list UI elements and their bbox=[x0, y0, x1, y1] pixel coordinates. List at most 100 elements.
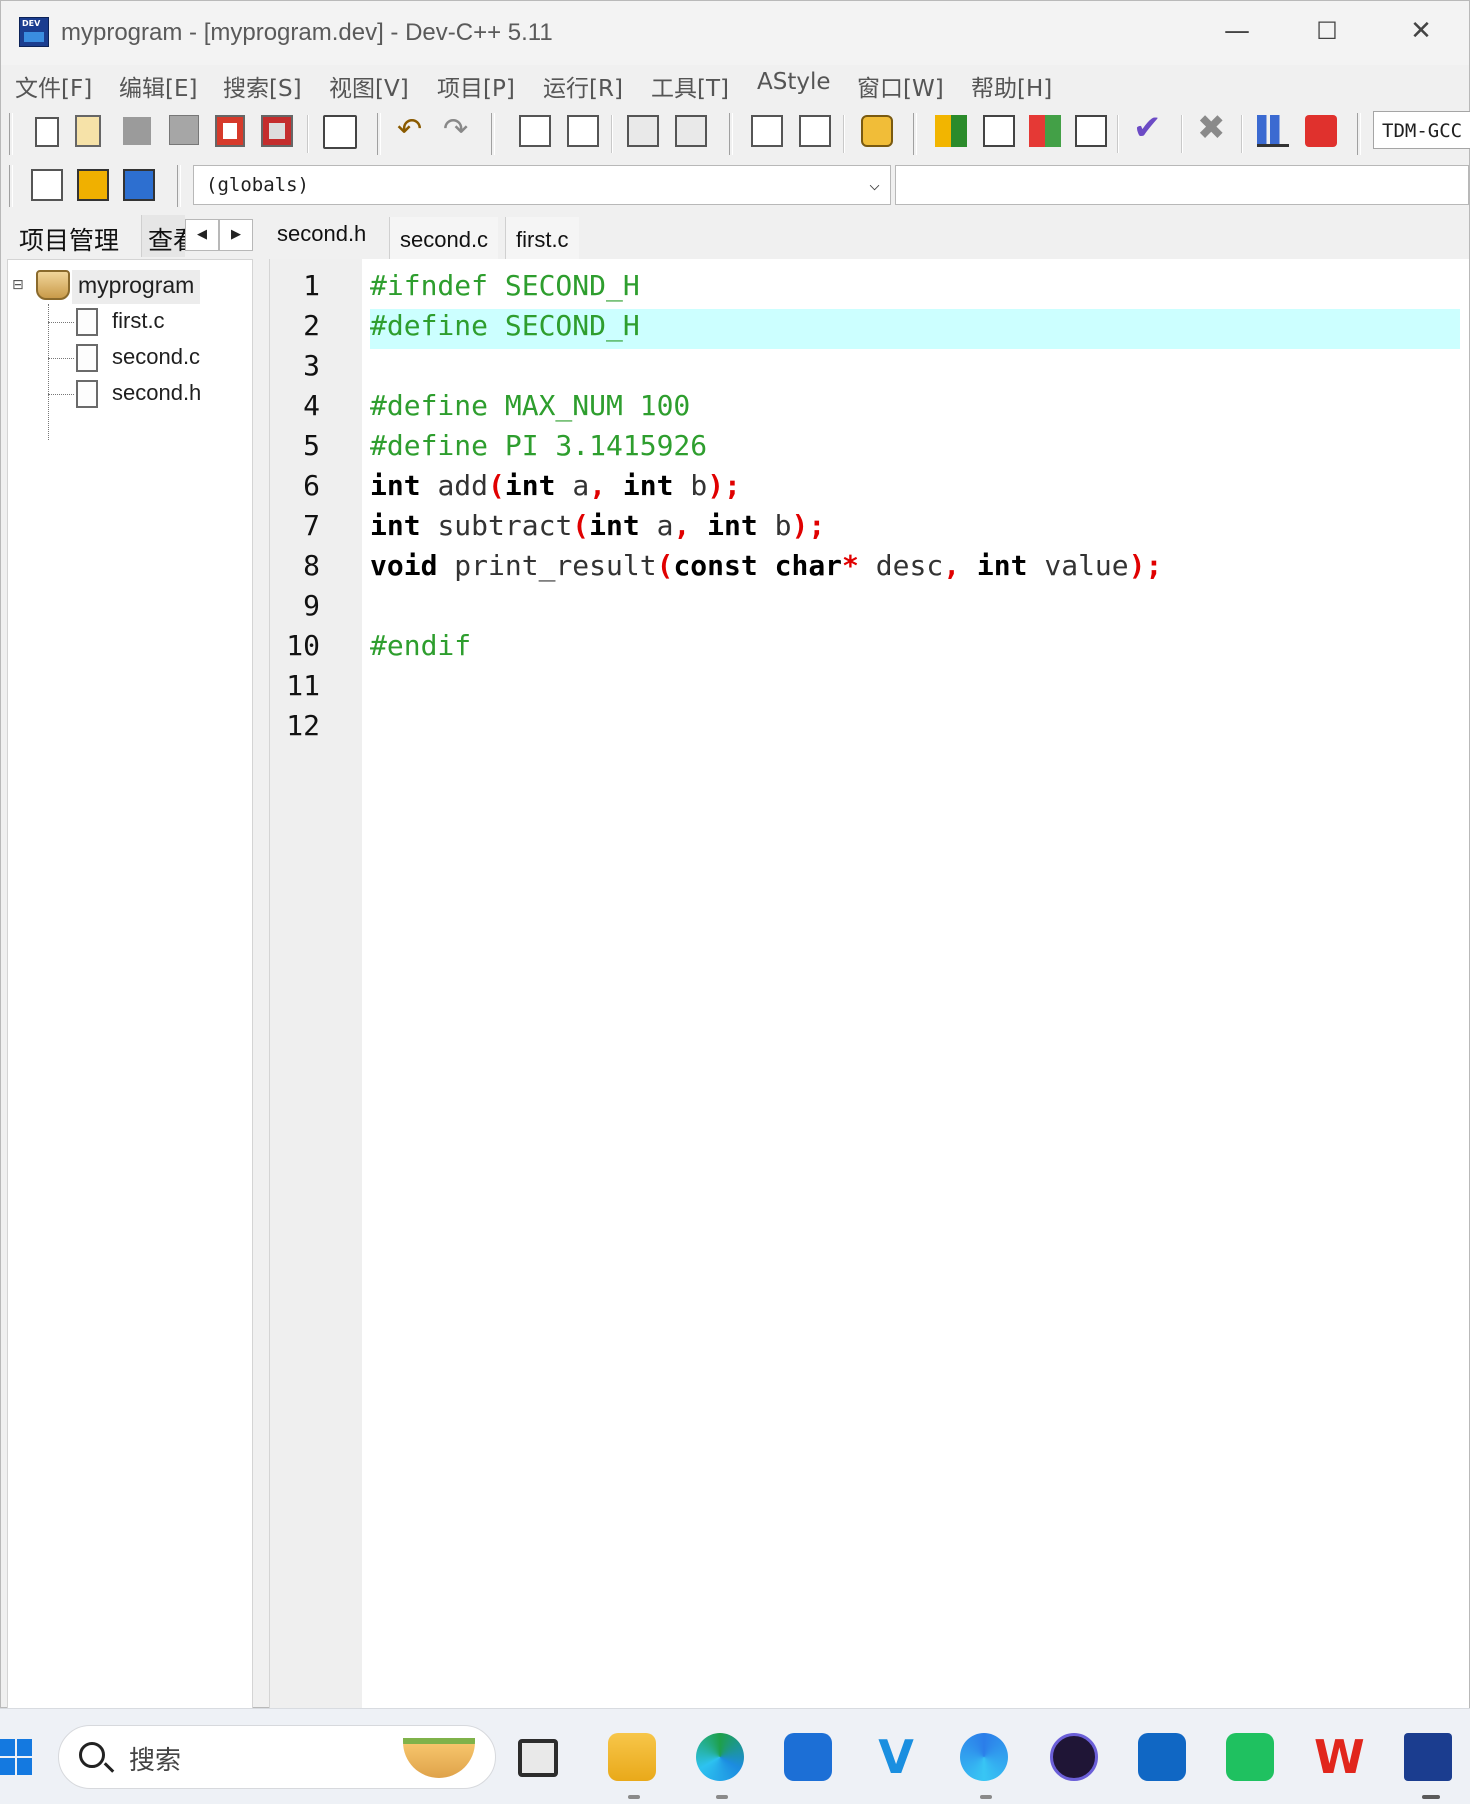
edge-icon[interactable] bbox=[696, 1733, 744, 1781]
tab-second-h[interactable]: second.h bbox=[267, 211, 377, 257]
profile-icon[interactable] bbox=[1257, 115, 1289, 147]
new-file-icon[interactable] bbox=[35, 117, 59, 147]
insert-icon[interactable] bbox=[31, 169, 63, 201]
menu-file[interactable]: 文件[F] bbox=[15, 69, 92, 103]
line-number: 4 bbox=[303, 389, 320, 422]
vscode-like-app-icon[interactable]: V bbox=[872, 1733, 920, 1781]
code-line[interactable]: #define PI 3.1415926 bbox=[370, 429, 1460, 469]
open-project-icon[interactable] bbox=[75, 115, 101, 147]
compiler-select[interactable]: TDM-GCC bbox=[1373, 111, 1470, 149]
code-line[interactable]: #endif bbox=[370, 629, 1460, 669]
line-number: 8 bbox=[303, 549, 320, 582]
code-line[interactable] bbox=[370, 349, 1460, 389]
save-icon[interactable] bbox=[123, 117, 151, 145]
code-line[interactable]: int add(int a, int b); bbox=[370, 469, 1460, 509]
tree-file-first-c[interactable]: first.c bbox=[112, 308, 165, 334]
chevron-down-icon: ⌵ bbox=[869, 174, 880, 195]
print-icon[interactable] bbox=[323, 115, 357, 149]
edge-ai-icon[interactable] bbox=[960, 1733, 1008, 1781]
search-highlight-bowl-icon[interactable] bbox=[403, 1738, 475, 1778]
menu-window[interactable]: 窗口[W] bbox=[857, 69, 944, 103]
replace-icon[interactable] bbox=[567, 115, 599, 147]
code-line[interactable]: #define MAX_NUM 100 bbox=[370, 389, 1460, 429]
close-all-icon[interactable] bbox=[261, 115, 293, 147]
task-view-icon[interactable] bbox=[518, 1739, 558, 1777]
microsoft-store-icon[interactable] bbox=[784, 1733, 832, 1781]
line-number: 7 bbox=[303, 509, 320, 542]
file-icon bbox=[76, 308, 98, 336]
menu-run[interactable]: 运行[R] bbox=[543, 69, 623, 103]
window-title: myprogram - [myprogram.dev] - Dev-C++ 5.… bbox=[61, 19, 553, 46]
menu-view[interactable]: 视图[V] bbox=[329, 69, 409, 103]
line-number: 3 bbox=[303, 349, 320, 382]
save-all-icon[interactable] bbox=[169, 115, 199, 145]
code-line[interactable] bbox=[370, 669, 1460, 709]
wechat-icon[interactable] bbox=[1226, 1733, 1274, 1781]
windows-taskbar: 搜索 V W bbox=[0, 1708, 1470, 1804]
goto-bookmark-icon[interactable] bbox=[123, 169, 155, 201]
menu-astyle[interactable]: AStyle bbox=[757, 69, 831, 95]
rebuild-all-icon[interactable] bbox=[1075, 115, 1107, 147]
close-button[interactable]: ✕ bbox=[1391, 11, 1451, 51]
line-number-gutter: 1 2 3 4 5 6 7 8 9 10 11 12 bbox=[270, 259, 362, 1709]
taskbar-search[interactable]: 搜索 bbox=[58, 1725, 496, 1789]
minimize-button[interactable]: — bbox=[1207, 11, 1267, 51]
tab-scroll-left-icon[interactable]: ◀ bbox=[185, 219, 219, 251]
code-editor[interactable]: 1 2 3 4 5 6 7 8 9 10 11 12 #ifndef SECON… bbox=[269, 259, 1469, 1709]
search-icon bbox=[79, 1742, 105, 1768]
scope-select[interactable]: (globals) ⌵ bbox=[193, 165, 891, 205]
run-icon[interactable] bbox=[983, 115, 1015, 147]
menu-search[interactable]: 搜索[S] bbox=[223, 69, 302, 103]
menu-tools[interactable]: 工具[T] bbox=[651, 69, 729, 103]
tab-classes[interactable]: 查看类 bbox=[141, 215, 185, 257]
toggle-bookmark-icon[interactable] bbox=[77, 169, 109, 201]
tab-project[interactable]: 项目管理 bbox=[5, 215, 137, 257]
stop-execution-icon[interactable]: ✖ bbox=[1197, 111, 1229, 145]
title-bar: myprogram - [myprogram.dev] - Dev-C++ 5.… bbox=[1, 1, 1469, 65]
line-number: 5 bbox=[303, 429, 320, 462]
toolbar-grip[interactable] bbox=[9, 113, 13, 155]
code-line[interactable] bbox=[370, 709, 1460, 749]
collapse-icon[interactable]: ⊟ bbox=[12, 278, 24, 292]
tree-file-second-c[interactable]: second.c bbox=[112, 344, 200, 370]
redo-icon[interactable]: ↷ bbox=[443, 115, 475, 147]
find-icon[interactable] bbox=[519, 115, 551, 147]
wps-icon[interactable]: W bbox=[1314, 1733, 1365, 1781]
project-root[interactable]: myprogram bbox=[72, 270, 201, 304]
close-file-icon[interactable] bbox=[215, 115, 245, 147]
add-to-project-icon[interactable] bbox=[751, 115, 783, 147]
start-button[interactable] bbox=[0, 1737, 34, 1777]
code-line[interactable] bbox=[370, 589, 1460, 629]
function-select[interactable] bbox=[895, 165, 1469, 205]
syntax-check-icon[interactable]: ✔ bbox=[1133, 111, 1165, 145]
compile-run-icon[interactable] bbox=[1029, 115, 1061, 147]
menu-bar: 文件[F] 编辑[E] 搜索[S] 视图[V] 项目[P] 运行[R] 工具[T… bbox=[1, 65, 1469, 105]
outlook-new-icon[interactable] bbox=[1138, 1733, 1186, 1781]
file-icon bbox=[76, 380, 98, 408]
dev-cpp-taskbar-icon[interactable] bbox=[1404, 1733, 1452, 1781]
project-options-icon[interactable] bbox=[861, 115, 893, 147]
undo-icon[interactable]: ↶ bbox=[397, 115, 429, 147]
menu-help[interactable]: 帮助[H] bbox=[971, 69, 1052, 103]
code-line[interactable]: #ifndef SECOND_H bbox=[370, 269, 1460, 309]
line-number: 10 bbox=[286, 629, 320, 662]
code-line[interactable]: #define SECOND_H bbox=[370, 309, 1460, 349]
ai-assistant-icon[interactable] bbox=[1050, 1733, 1098, 1781]
compile-icon[interactable] bbox=[935, 115, 967, 147]
code-line[interactable]: void print_result(const char* desc, int … bbox=[370, 549, 1460, 589]
tab-first-c[interactable]: first.c bbox=[505, 217, 579, 263]
remove-from-project-icon[interactable] bbox=[799, 115, 831, 147]
project-icon bbox=[36, 270, 70, 300]
tab-second-c[interactable]: second.c bbox=[389, 217, 499, 263]
code-line[interactable]: int subtract(int a, int b); bbox=[370, 509, 1460, 549]
editor-tabs: second.h second.c first.c bbox=[265, 211, 1470, 263]
tab-scroll-right-icon[interactable]: ▶ bbox=[219, 219, 253, 251]
delete-profile-icon[interactable] bbox=[1305, 115, 1337, 147]
file-explorer-icon[interactable] bbox=[608, 1733, 656, 1781]
maximize-button[interactable]: ☐ bbox=[1297, 11, 1357, 51]
menu-edit[interactable]: 编辑[E] bbox=[119, 69, 197, 103]
tree-file-second-h[interactable]: second.h bbox=[112, 380, 201, 406]
menu-project[interactable]: 项目[P] bbox=[437, 69, 515, 103]
unindent-icon[interactable] bbox=[675, 115, 707, 147]
indent-icon[interactable] bbox=[627, 115, 659, 147]
